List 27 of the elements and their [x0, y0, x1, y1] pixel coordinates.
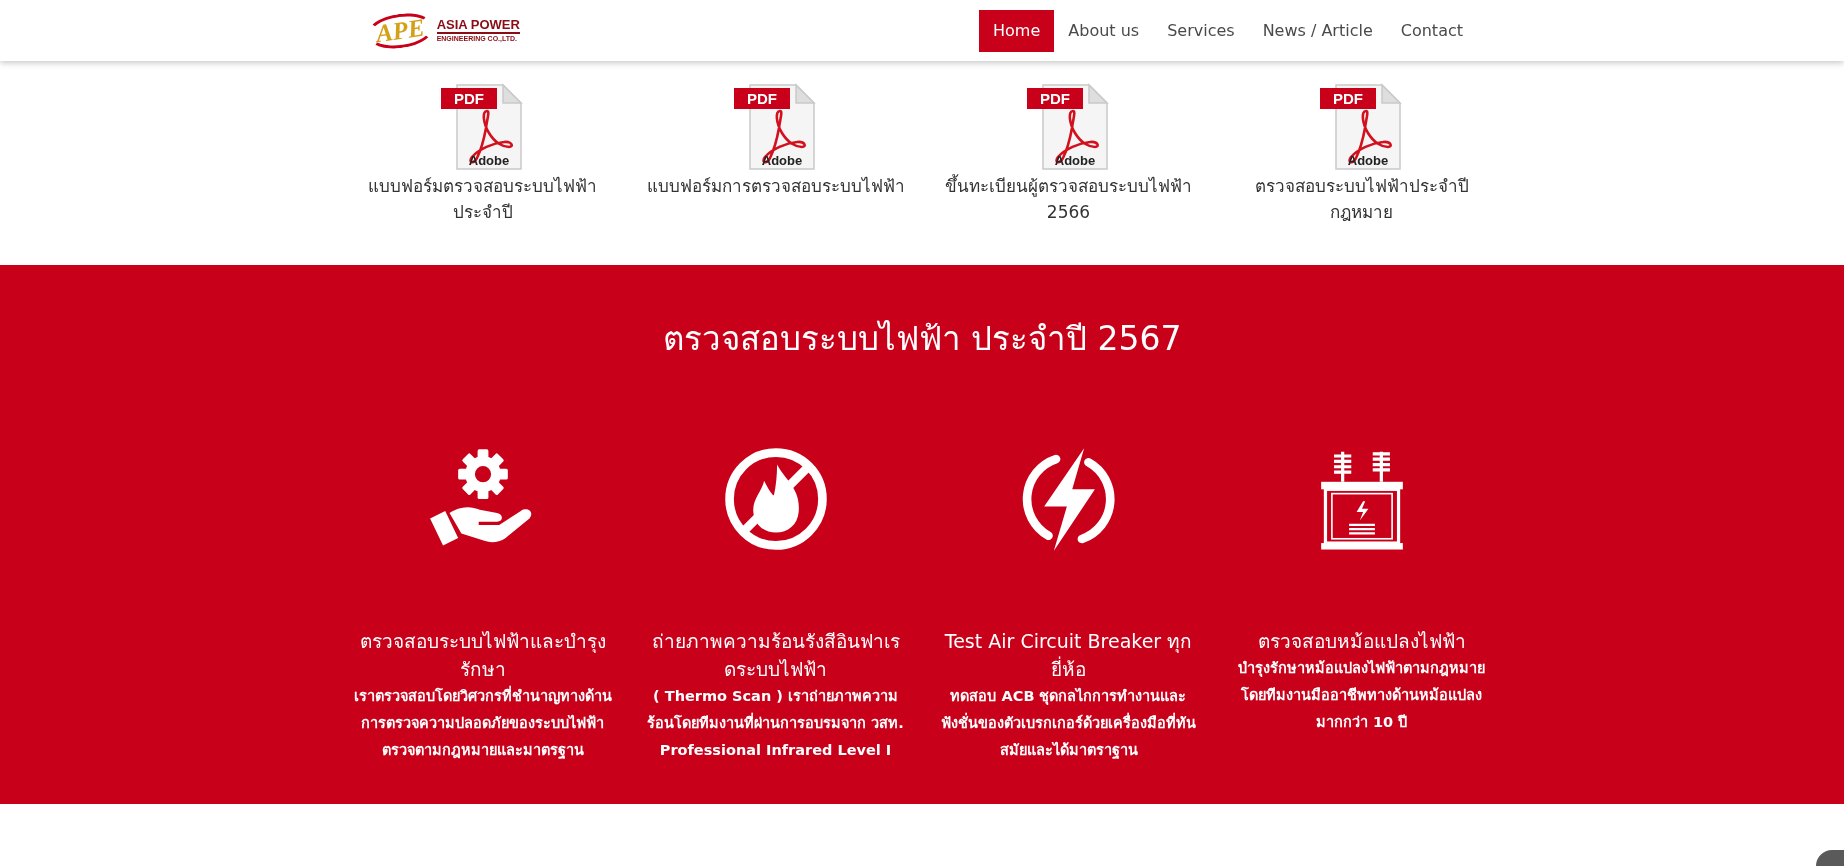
file-type-tag: PDF [1026, 88, 1083, 109]
service-description: บำรุงรักษาหม้อแปลงไฟฟ้าตามกฎหมายโดยทีมงานมืออาชีพทางด้านหม้อแปลงมากกว่า 10 ปี [1237, 659, 1486, 732]
document-link[interactable]: แบบฟอร์มตรวจสอบระบบไฟฟ้า ประจำปี [346, 173, 619, 225]
file-type-tag: PDF [440, 88, 497, 109]
nav-link[interactable]: Contact [1386, 9, 1477, 52]
service-description: เราตรวจสอบโดยวิศวกรที่ชำนาญทางด้านการตรวจความปลอดภัยของระบบไฟฟ้า ตรวจตามกฎหมายและมาตรฐาน [352, 683, 613, 764]
file-type-tag: PDF [1319, 88, 1376, 109]
service-heading: ตรวจสอบระบบไฟฟ้าและบำรุงรักษา [358, 629, 607, 682]
section-title: ตรวจสอบระบบไฟฟ้า ประจำปี 2567 [662, 318, 1182, 360]
service-heading: ถ่ายภาพความร้อนรังสีอินฟาเรดระบบไฟฟ้า [650, 629, 901, 682]
brand-text: Adobe [1054, 153, 1095, 168]
service-description: ทดสอบ ACB ชุดกลไกการทำงานและฟังชั่นของตัวเบรกเกอร์ด้วยเครื่องมือที่ทันสมัยและได้มาตราฐาน [940, 687, 1197, 761]
brand-text: Adobe [761, 153, 802, 168]
nav-link[interactable]: Home [979, 9, 1055, 52]
nav-link[interactable]: About us [1054, 9, 1154, 52]
document-link[interactable]: ตรวจสอบระบบไฟฟ้าประจำปี กฎหมาย [1225, 173, 1498, 225]
service-heading: Test Air Circuit Breaker ทุกยี่ห้อ [943, 629, 1194, 682]
service-heading: ตรวจสอบหม้อแปลงไฟฟ้า [1257, 629, 1466, 654]
brand-text: Adobe [468, 153, 509, 168]
company-name[interactable]: ASIA POWER [436, 18, 520, 34]
brand-text: Adobe [1347, 153, 1388, 168]
nav-link[interactable]: News / Article [1248, 9, 1387, 52]
document-link[interactable]: ขึ้นทะเบียนผู้ตรวจสอบระบบไฟฟ้า 2566 [932, 173, 1205, 225]
file-type-tag: PDF [733, 88, 790, 109]
document-link[interactable]: แบบฟอร์มการตรวจสอบระบบไฟฟ้า [646, 173, 905, 199]
nav-link[interactable]: Services [1153, 9, 1249, 52]
service-description: ( Thermo Scan ) เราถ่ายภาพความร้อนโดยทีมงานที่ผ่านการอบรมจาก วสท. Professional Infrared Level I [646, 687, 905, 760]
